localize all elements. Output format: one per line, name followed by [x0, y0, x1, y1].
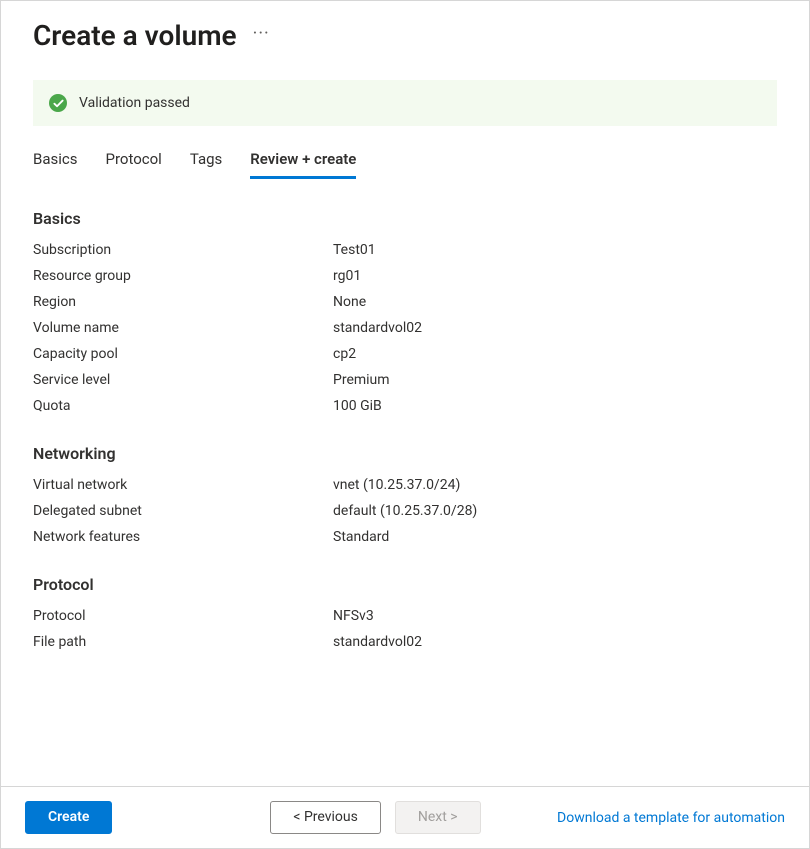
tab-bar: Basics Protocol Tags Review + create: [33, 150, 777, 179]
value-file-path: standardvol02: [333, 634, 422, 650]
value-virtual-network: vnet (10.25.37.0/24): [333, 477, 460, 493]
validation-text: Validation passed: [79, 95, 190, 111]
section-heading-networking: Networking: [33, 444, 777, 463]
label-resource-group: Resource group: [33, 268, 333, 284]
row-volume-name: Volume name standardvol02: [33, 320, 777, 336]
row-service-level: Service level Premium: [33, 372, 777, 388]
footer: Create < Previous Next > Download a temp…: [1, 786, 809, 848]
validation-banner: Validation passed: [33, 80, 777, 126]
more-icon[interactable]: ···: [253, 23, 270, 48]
section-networking: Networking Virtual network vnet (10.25.3…: [33, 444, 777, 545]
label-subscription: Subscription: [33, 242, 333, 258]
label-region: Region: [33, 294, 333, 310]
label-service-level: Service level: [33, 372, 333, 388]
create-button[interactable]: Create: [25, 801, 112, 834]
value-protocol: NFSv3: [333, 608, 374, 624]
value-quota: 100 GiB: [333, 398, 382, 414]
value-capacity-pool: cp2: [333, 346, 356, 362]
label-protocol: Protocol: [33, 608, 333, 624]
value-network-features: Standard: [333, 529, 389, 545]
row-delegated-subnet: Delegated subnet default (10.25.37.0/28): [33, 503, 777, 519]
section-protocol: Protocol Protocol NFSv3 File path standa…: [33, 575, 777, 650]
tab-protocol[interactable]: Protocol: [106, 150, 162, 179]
section-heading-basics: Basics: [33, 209, 777, 228]
label-delegated-subnet: Delegated subnet: [33, 503, 333, 519]
section-heading-protocol: Protocol: [33, 575, 777, 594]
tab-review-create[interactable]: Review + create: [250, 150, 356, 179]
row-quota: Quota 100 GiB: [33, 398, 777, 414]
value-resource-group: rg01: [333, 268, 361, 284]
value-region: None: [333, 294, 366, 310]
label-capacity-pool: Capacity pool: [33, 346, 333, 362]
row-resource-group: Resource group rg01: [33, 268, 777, 284]
row-virtual-network: Virtual network vnet (10.25.37.0/24): [33, 477, 777, 493]
label-quota: Quota: [33, 398, 333, 414]
download-template-link[interactable]: Download a template for automation: [557, 810, 785, 826]
value-volume-name: standardvol02: [333, 320, 422, 336]
checkmark-icon: [49, 94, 67, 112]
tab-basics[interactable]: Basics: [33, 150, 78, 179]
row-capacity-pool: Capacity pool cp2: [33, 346, 777, 362]
row-subscription: Subscription Test01: [33, 242, 777, 258]
label-virtual-network: Virtual network: [33, 477, 333, 493]
label-file-path: File path: [33, 634, 333, 650]
tab-tags[interactable]: Tags: [190, 150, 222, 179]
row-protocol: Protocol NFSv3: [33, 608, 777, 624]
row-network-features: Network features Standard: [33, 529, 777, 545]
label-volume-name: Volume name: [33, 320, 333, 336]
label-network-features: Network features: [33, 529, 333, 545]
value-delegated-subnet: default (10.25.37.0/28): [333, 503, 477, 519]
previous-button[interactable]: < Previous: [270, 801, 380, 834]
row-region: Region None: [33, 294, 777, 310]
value-service-level: Premium: [333, 372, 390, 388]
section-basics: Basics Subscription Test01 Resource grou…: [33, 209, 777, 414]
row-file-path: File path standardvol02: [33, 634, 777, 650]
value-subscription: Test01: [333, 242, 376, 258]
page-title: Create a volume: [33, 19, 237, 52]
next-button: Next >: [395, 801, 481, 834]
